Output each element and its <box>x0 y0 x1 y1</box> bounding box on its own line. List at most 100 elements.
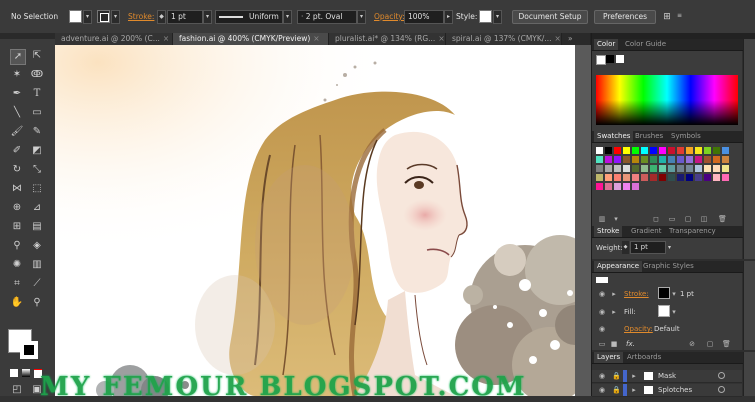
white-swatch[interactable] <box>616 55 624 63</box>
color-swatch[interactable] <box>614 156 621 163</box>
add-stroke-icon[interactable]: ▭ <box>598 340 606 348</box>
color-swatch[interactable] <box>695 165 702 172</box>
appearance-fill-swatch[interactable] <box>658 305 670 317</box>
appearance-opacity-label[interactable]: Opacity: <box>624 325 653 333</box>
color-swatch[interactable] <box>686 147 693 154</box>
color-swatch[interactable] <box>677 174 684 181</box>
swatch-library-icon[interactable]: ▥ <box>598 215 606 223</box>
clear-appearance-icon[interactable]: ⊘ <box>688 340 696 348</box>
color-swatch[interactable] <box>623 174 630 181</box>
draw-mode-icon[interactable]: ◰ <box>10 383 24 397</box>
color-swatch[interactable] <box>596 147 603 154</box>
color-swatch[interactable] <box>605 183 612 190</box>
color-swatch[interactable] <box>713 156 720 163</box>
gradient-tool-icon[interactable]: ▤ <box>30 220 44 234</box>
opacity-dropdown[interactable]: ▸ <box>444 10 453 24</box>
pencil-tool-icon[interactable]: ✎ <box>30 125 44 139</box>
color-swatch[interactable] <box>677 147 684 154</box>
fill-swatch[interactable] <box>69 10 82 23</box>
eyedropper-icon[interactable]: ⚲ <box>10 239 24 253</box>
color-swatch[interactable] <box>713 165 720 172</box>
color-swatch[interactable] <box>650 156 657 163</box>
visibility-eye-icon[interactable]: ◉ <box>598 290 606 298</box>
color-swatch[interactable] <box>650 165 657 172</box>
close-icon[interactable]: × <box>313 34 319 43</box>
color-swatch[interactable] <box>713 174 720 181</box>
stroke-weight-field[interactable]: 1 pt <box>167 10 203 24</box>
color-swatch[interactable] <box>596 183 603 190</box>
color-swatch[interactable] <box>623 183 630 190</box>
color-swatch[interactable] <box>695 174 702 181</box>
weight-stepper[interactable]: ◆ <box>622 241 629 254</box>
close-icon[interactable]: × <box>555 34 561 43</box>
artboard-canvas[interactable] <box>55 45 591 396</box>
color-swatch[interactable] <box>722 156 729 163</box>
color-swatch[interactable] <box>659 147 666 154</box>
appearance-scrollbar[interactable] <box>743 261 755 350</box>
color-swatch[interactable] <box>614 183 621 190</box>
opacity-field[interactable]: 100% <box>404 10 444 24</box>
none-swatch-icon[interactable] <box>596 55 606 65</box>
style-dropdown[interactable]: ▾ <box>493 10 502 24</box>
gradient-mode-icon[interactable] <box>22 369 30 377</box>
weight-field[interactable]: 1 pt <box>630 241 666 254</box>
tab-stroke[interactable]: Stroke <box>594 226 623 237</box>
color-mode-icon[interactable] <box>10 369 18 377</box>
swatches-scrollbar[interactable] <box>743 131 755 226</box>
stroke-label[interactable]: Stroke: <box>128 12 154 21</box>
color-swatch[interactable] <box>641 165 648 172</box>
fill-dropdown[interactable]: ▾ <box>83 10 92 24</box>
visibility-eye-icon[interactable]: ◉ <box>598 386 606 394</box>
color-swatch[interactable] <box>623 147 630 154</box>
tab-pluralist[interactable]: pluralist.ai* @ 134% (RG... × <box>329 33 446 45</box>
brush-definition[interactable]: · 2 pt. Oval <box>297 10 357 24</box>
weight-dropdown[interactable]: ▾ <box>668 241 676 254</box>
color-swatch[interactable] <box>659 174 666 181</box>
color-swatch[interactable] <box>704 156 711 163</box>
color-swatch[interactable] <box>686 174 693 181</box>
close-icon[interactable]: × <box>438 34 444 43</box>
rectangle-tool-icon[interactable]: ▭ <box>30 106 44 120</box>
type-tool-icon[interactable]: T <box>30 87 44 101</box>
color-swatch[interactable] <box>686 156 693 163</box>
color-swatch[interactable] <box>659 165 666 172</box>
layer-row[interactable]: ◉ 🔒 ▸ Splotches <box>592 384 742 397</box>
tab-transparency[interactable]: Transparency <box>666 226 719 237</box>
shape-builder-icon[interactable]: ⊕ <box>10 201 24 215</box>
color-swatch[interactable] <box>641 147 648 154</box>
color-panel-scrollbar[interactable] <box>743 39 755 131</box>
lock-icon[interactable]: 🔒 <box>612 386 621 394</box>
preferences-button[interactable]: Preferences <box>594 10 656 24</box>
stroke-weight-dropdown[interactable]: ▾ <box>203 10 212 24</box>
appearance-fill-label[interactable]: Fill: <box>624 308 636 316</box>
stroke-scrollbar[interactable] <box>743 226 755 259</box>
layer-name[interactable]: Splotches <box>658 386 692 394</box>
color-swatch[interactable] <box>632 174 639 181</box>
pen-tool-icon[interactable]: ✒ <box>10 87 24 101</box>
paintbrush-tool-icon[interactable]: 🖌 <box>10 125 24 139</box>
swatch-options-icon[interactable]: ◻ <box>652 215 660 223</box>
perspective-grid-icon[interactable]: ⊿ <box>30 201 44 215</box>
color-swatch[interactable] <box>614 165 621 172</box>
color-spectrum[interactable] <box>596 75 738 125</box>
tab-color-guide[interactable]: Color Guide <box>622 39 669 50</box>
color-swatch[interactable] <box>704 165 711 172</box>
tab-brushes[interactable]: Brushes <box>632 131 666 142</box>
arrange-icon[interactable]: ⊞ <box>660 10 674 24</box>
target-circle-icon[interactable] <box>718 386 725 393</box>
mesh-tool-icon[interactable]: ⊞ <box>10 220 24 234</box>
new-swatch-icon-2[interactable]: ◫ <box>700 215 708 223</box>
color-swatch[interactable] <box>668 174 675 181</box>
brush-dropdown[interactable]: ▾ <box>357 10 366 24</box>
appearance-stroke-label[interactable]: Stroke: <box>624 290 649 298</box>
color-swatch[interactable] <box>632 147 639 154</box>
visibility-eye-icon[interactable]: ◉ <box>598 372 606 380</box>
color-swatch[interactable] <box>605 156 612 163</box>
target-circle-icon[interactable] <box>718 372 725 379</box>
stroke-weight-stepper[interactable]: ◆ <box>157 10 166 24</box>
duplicate-item-icon[interactable]: ▢ <box>706 340 714 348</box>
color-swatch[interactable] <box>596 174 603 181</box>
blob-brush-icon[interactable]: ✐ <box>10 144 24 158</box>
profile-dropdown[interactable]: ▾ <box>283 10 292 24</box>
color-swatch[interactable] <box>722 165 729 172</box>
